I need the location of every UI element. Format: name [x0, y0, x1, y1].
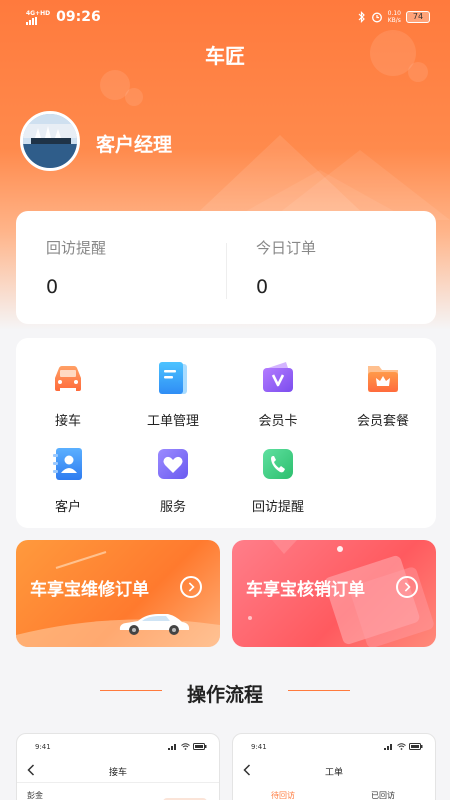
menu-item-work-orders[interactable]: 工单管理: [121, 358, 225, 438]
stat-value: 0: [256, 276, 269, 298]
menu-item-pickup[interactable]: 接车: [16, 358, 120, 438]
avatar-image: [23, 114, 77, 168]
preview-status-icons: [384, 743, 423, 750]
network-speed: 0.10 KB/s: [388, 10, 401, 24]
network-type: 4G+HD: [26, 9, 51, 17]
status-bar: 4G+HD 09:26 0.10 KB/s 74: [0, 0, 450, 34]
document-icon: [159, 362, 187, 394]
preview-status-icons: [168, 743, 207, 750]
menu-item-label: 客户: [54, 500, 81, 515]
preview-title: 工单: [324, 768, 343, 778]
decor-bubble: [125, 88, 143, 106]
menu-item-label: 会员套餐: [356, 414, 409, 429]
bluetooth-icon: [358, 11, 365, 23]
wifi-icon: [181, 743, 190, 750]
menu-item-member-package[interactable]: 会员套餐: [331, 358, 435, 438]
preview-title: 接车: [108, 768, 127, 778]
wifi-icon: [397, 743, 406, 750]
avatar[interactable]: [20, 111, 80, 171]
banner-label: 车享宝维修订单: [30, 580, 149, 600]
stat-revisit-reminder[interactable]: 回访提醒 0: [46, 237, 106, 298]
user-role: 客户经理: [96, 134, 173, 156]
battery-icon: [409, 743, 423, 750]
section-title: 操作流程: [186, 684, 263, 706]
preview-time: 9:41: [251, 743, 267, 751]
heart-icon: [158, 449, 188, 479]
menu-item-customer[interactable]: 客户: [16, 444, 120, 524]
preview-tab: 已回访: [371, 791, 395, 800]
menu-item-service[interactable]: 服务: [121, 444, 225, 524]
cellular-signal-icon: 4G+HD: [26, 10, 50, 25]
chevron-right-circle-icon: [396, 576, 418, 598]
battery-icon: [193, 743, 207, 750]
banner-redeem-orders[interactable]: 车享宝核销订单: [232, 540, 436, 647]
preview-tab-active: 待回访: [271, 791, 295, 800]
banner-repair-orders[interactable]: 车享宝维修订单: [16, 540, 220, 647]
flow-preview-pickup[interactable]: 9:41 接车 彭金: [16, 733, 220, 800]
car-illustration: [119, 614, 190, 635]
stat-value: 0: [46, 276, 59, 298]
menu-item-label: 接车: [54, 414, 81, 429]
car-icon: [55, 366, 81, 391]
battery-level: 74: [412, 12, 424, 21]
stat-label: 回访提醒: [46, 239, 107, 257]
banner-label: 车享宝核销订单: [246, 580, 365, 600]
signal-icon: [384, 744, 392, 750]
network-speed-unit: KB/s: [387, 17, 401, 24]
flow-preview-work-order[interactable]: 9:41 工单 待回访 已回访: [232, 733, 436, 800]
preview-item: 彭金: [27, 791, 43, 800]
signal-icon: [168, 744, 176, 750]
stat-today-orders[interactable]: 今日订单 0: [256, 237, 316, 298]
divider: [226, 243, 227, 299]
phone-icon: [263, 449, 293, 479]
menu-item-label: 回访提醒: [251, 500, 304, 515]
menu-item-label: 服务: [159, 500, 186, 515]
page-title: 车匠: [205, 44, 245, 68]
alarm-icon: [371, 12, 382, 23]
chevron-right-circle-icon: [180, 576, 202, 598]
stat-label: 今日订单: [256, 239, 317, 257]
divider: [17, 782, 219, 783]
stats-card: 回访提醒 0 今日订单 0: [16, 211, 436, 324]
section-title-line-right: [288, 690, 350, 691]
menu-item-member-card[interactable]: 会员卡: [226, 358, 330, 438]
menu-item-revisit-reminder[interactable]: 回访提醒: [226, 444, 330, 524]
preview-time: 9:41: [35, 743, 51, 751]
status-time: 09:26: [56, 9, 101, 25]
menu-grid: 接车 工单管理 会员卡 会员套餐 客户 服务 回访提醒: [16, 338, 436, 528]
network-speed-value: 0.10: [387, 10, 401, 17]
battery-icon: 74: [406, 11, 430, 23]
customer-icon: [53, 448, 82, 480]
crown-folder-icon: [368, 366, 398, 392]
member-card-icon: [263, 362, 293, 392]
menu-item-label: 会员卡: [258, 414, 298, 429]
menu-item-label: 工单管理: [146, 414, 199, 429]
